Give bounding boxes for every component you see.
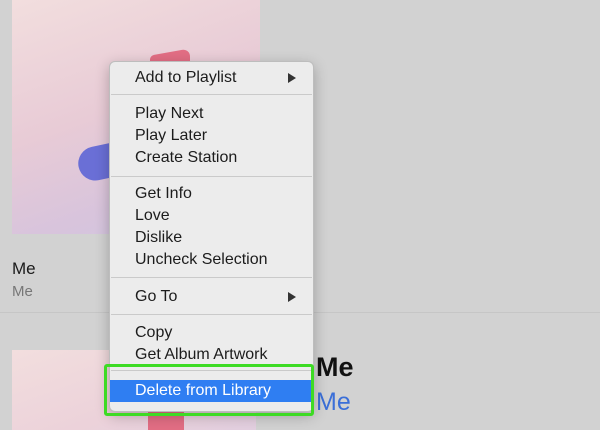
- menu-separator: [111, 176, 312, 177]
- menu-item-dislike[interactable]: Dislike: [110, 227, 313, 249]
- menu-item-play-next[interactable]: Play Next: [110, 103, 313, 125]
- album-title[interactable]: Me: [12, 259, 36, 279]
- chevron-right-icon: [288, 292, 296, 302]
- menu-item-get-album-artwork[interactable]: Get Album Artwork: [110, 344, 313, 366]
- menu-item-uncheck-selection[interactable]: Uncheck Selection: [110, 249, 313, 271]
- context-menu: Add to Playlist Play Next Play Later Cre…: [109, 61, 314, 412]
- menu-item-copy[interactable]: Copy: [110, 322, 313, 344]
- menu-item-go-to[interactable]: Go To: [110, 286, 313, 308]
- menu-item-play-later[interactable]: Play Later: [110, 125, 313, 147]
- album-detail-title: Me: [316, 352, 354, 382]
- album-detail-artist[interactable]: Me: [316, 388, 351, 417]
- menu-item-label: Uncheck Selection: [135, 251, 268, 268]
- menu-separator: [111, 277, 312, 278]
- menu-item-create-station[interactable]: Create Station: [110, 147, 313, 169]
- menu-item-label: Add to Playlist: [135, 69, 237, 86]
- menu-item-add-to-playlist[interactable]: Add to Playlist: [110, 67, 313, 89]
- menu-item-label: Go To: [135, 288, 178, 305]
- menu-item-label: Copy: [135, 324, 173, 341]
- menu-item-love[interactable]: Love: [110, 205, 313, 227]
- chevron-right-icon: [288, 73, 296, 83]
- album-artist[interactable]: Me: [12, 283, 33, 300]
- menu-item-label: Create Station: [135, 149, 238, 166]
- menu-item-label: Play Later: [135, 127, 208, 144]
- menu-item-label: Play Next: [135, 105, 204, 122]
- menu-item-label: Get Album Artwork: [135, 346, 268, 363]
- callout-highlight-box: [104, 364, 314, 416]
- menu-item-label: Get Info: [135, 185, 192, 202]
- menu-item-get-info[interactable]: Get Info: [110, 183, 313, 205]
- menu-separator: [111, 314, 312, 315]
- menu-item-label: Dislike: [135, 229, 183, 246]
- menu-item-label: Love: [135, 207, 170, 224]
- menu-separator: [111, 94, 312, 95]
